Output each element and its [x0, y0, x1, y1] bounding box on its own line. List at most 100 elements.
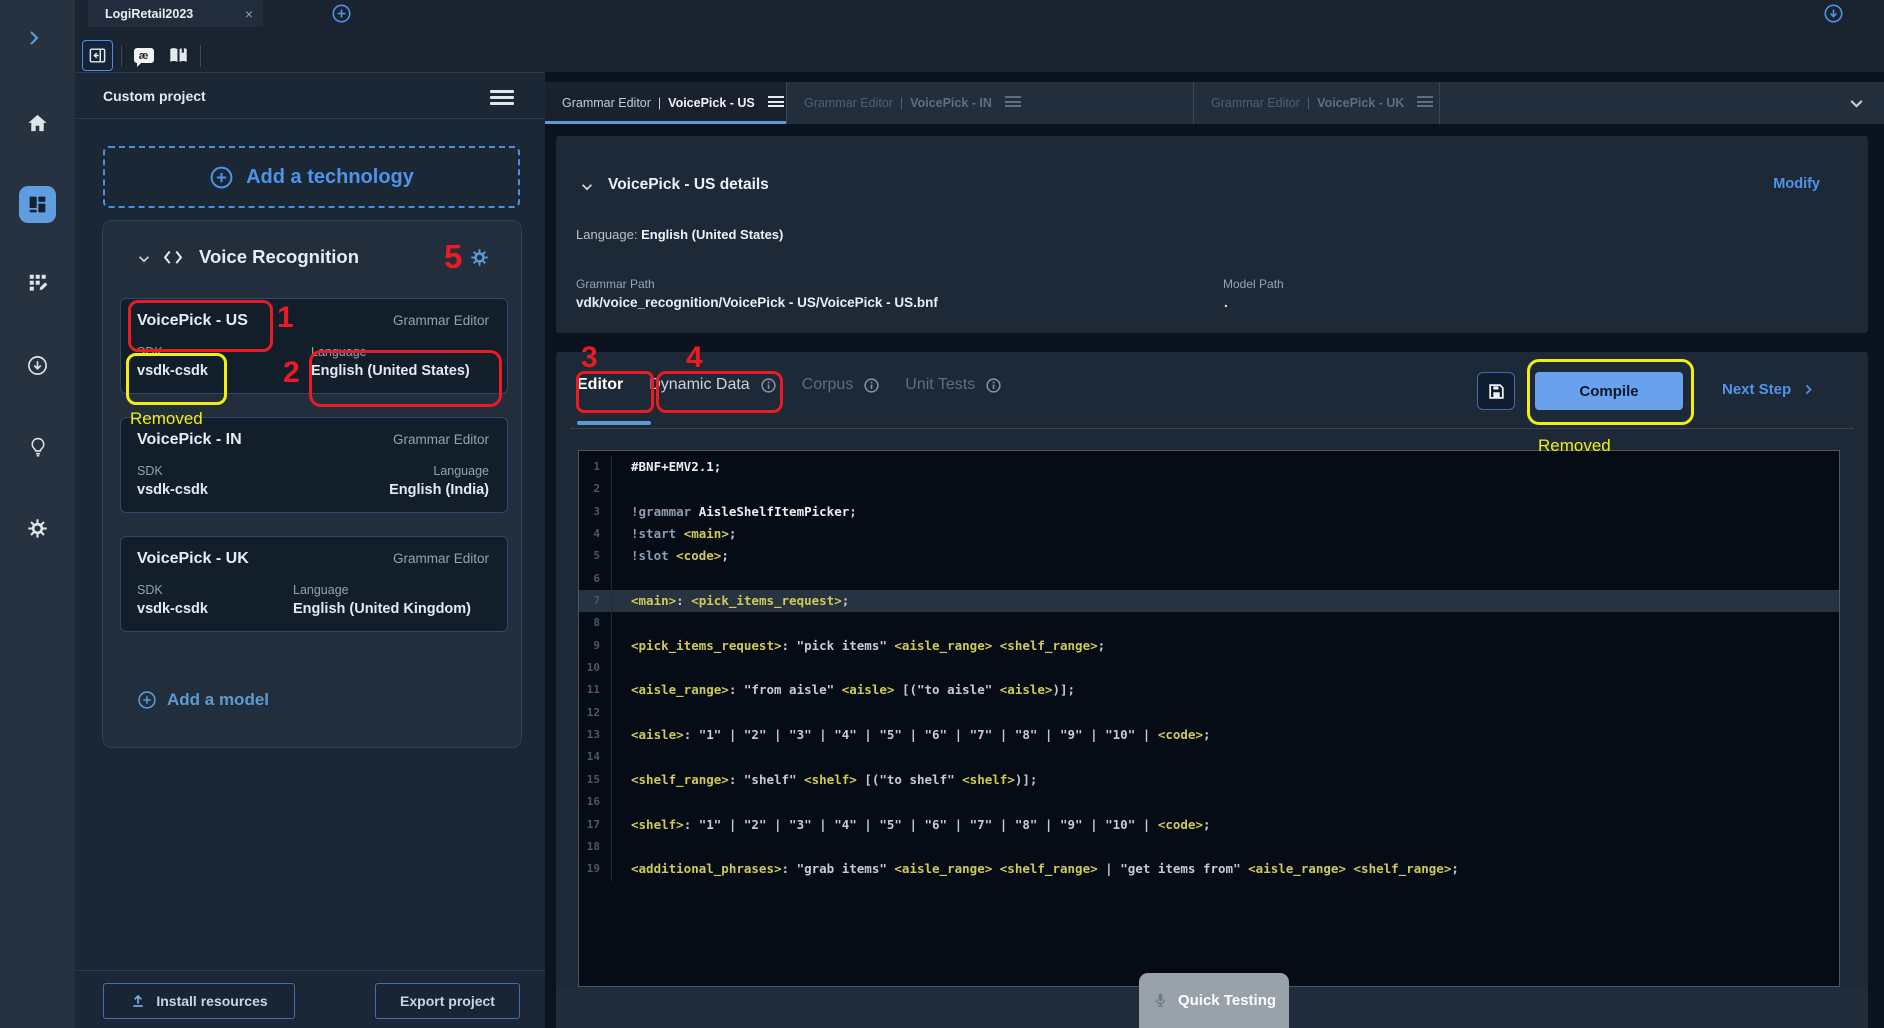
save-icon	[1487, 382, 1506, 401]
sidebar-toggle-icon[interactable]	[82, 40, 113, 71]
code-line[interactable]: 3!grammar AisleShelfItemPicker;	[579, 501, 1839, 523]
home-icon[interactable]	[0, 103, 75, 143]
tab-menu-icon[interactable]	[1005, 96, 1021, 110]
details-title: VoicePick - US details	[608, 176, 769, 194]
code-line[interactable]: 5!slot <code>;	[579, 545, 1839, 567]
model-path-label: Model Path	[1223, 277, 1284, 291]
line-number: 7	[579, 590, 612, 612]
line-number: 1	[579, 456, 612, 478]
settings-icon[interactable]	[0, 508, 75, 548]
chevron-down-icon[interactable]	[1848, 95, 1865, 112]
code-token: <code>	[676, 548, 721, 563]
editor-tab-bar: Grammar Editor|VoicePick - USGrammar Edi…	[545, 82, 1884, 124]
project-tab[interactable]: LogiRetail2023 ×	[88, 0, 263, 27]
collapse-details-icon[interactable]	[580, 180, 594, 194]
downloads-icon[interactable]	[0, 345, 75, 385]
language-label: Language	[311, 345, 489, 359]
collapse-group-icon[interactable]	[137, 252, 151, 266]
code-line[interactable]: 4!start <main>;	[579, 523, 1839, 545]
docs-icon[interactable]	[163, 40, 194, 71]
chevron-right-icon	[1803, 384, 1814, 395]
code-line[interactable]: 15<shelf_range>: "shelf" <shelf> [("to s…	[579, 769, 1839, 791]
info-icon[interactable]	[761, 378, 776, 393]
code-token	[1346, 861, 1354, 876]
code-token: <aisle_range>	[631, 682, 729, 697]
subtab-corpus[interactable]: Corpus	[802, 374, 880, 396]
model-card[interactable]: VoicePick - USGrammar EditorSDKvsdk-csdk…	[120, 298, 508, 394]
download-icon[interactable]	[1823, 3, 1844, 24]
tab-menu-icon[interactable]	[768, 96, 784, 110]
code-line[interactable]: 7<main>: <pick_items_request>;	[579, 590, 1839, 612]
code-text	[612, 657, 631, 679]
subtab-unit-tests[interactable]: Unit Tests	[905, 374, 1001, 396]
code-line[interactable]: 1#BNF+EMV2.1;	[579, 456, 1839, 478]
model-card-header: VoicePick - INGrammar Editor	[137, 431, 489, 449]
code-line[interactable]: 18	[579, 836, 1839, 858]
gear-icon[interactable]	[470, 248, 489, 267]
templates-icon[interactable]	[0, 263, 75, 303]
add-model-button[interactable]: Add a model	[137, 690, 269, 710]
install-resources-button[interactable]: Install resources	[103, 983, 295, 1019]
ideas-icon[interactable]	[0, 427, 75, 467]
model-language: LanguageEnglish (United Kingdom)	[293, 583, 489, 617]
tab-menu-icon[interactable]	[1417, 96, 1433, 110]
subtab-editor[interactable]: Editor	[577, 374, 623, 396]
code-token: : "1" | "2" | "3" | "4" | "5" | "6" | "7…	[684, 727, 1158, 742]
model-list: VoicePick - USGrammar EditorSDKvsdk-csdk…	[120, 298, 508, 655]
model-sdk: SDKvsdk-csdk	[137, 464, 208, 498]
code-line[interactable]: 8	[579, 612, 1839, 634]
project-tab-title: LogiRetail2023	[105, 7, 237, 21]
expand-rail-icon[interactable]	[26, 30, 42, 46]
pronunciation-icon[interactable]: æ	[128, 40, 159, 71]
code-token: <pick_items_request>	[631, 638, 782, 653]
tab-prefix: Grammar Editor	[562, 96, 651, 110]
tab-grammar-editor[interactable]: Grammar Editor|VoicePick - US	[545, 82, 787, 124]
model-card-meta: SDKvsdk-csdkLanguageEnglish (United King…	[137, 583, 489, 617]
quick-testing-button[interactable]: Quick Testing	[1139, 973, 1289, 1028]
code-line[interactable]: 6	[579, 568, 1839, 590]
save-button[interactable]	[1477, 372, 1515, 410]
next-step-button[interactable]: Next Step	[1722, 381, 1814, 398]
code-line[interactable]: 12	[579, 702, 1839, 724]
code-line[interactable]: 11<aisle_range>: "from aisle" <aisle> [(…	[579, 679, 1839, 701]
subtab-dynamic-data[interactable]: Dynamic Data	[649, 374, 775, 396]
code-line[interactable]: 19<additional_phrases>: "grab items" <ai…	[579, 858, 1839, 880]
info-icon[interactable]	[986, 378, 1001, 393]
add-technology-label: Add a technology	[246, 166, 414, 189]
code-line[interactable]: 2	[579, 478, 1839, 500]
install-resources-label: Install resources	[156, 993, 267, 1009]
tab-grammar-editor[interactable]: Grammar Editor|VoicePick - IN	[787, 82, 1194, 124]
toolbar-divider	[200, 45, 201, 67]
line-number: 16	[579, 791, 612, 813]
modify-link[interactable]: Modify	[1773, 176, 1820, 192]
add-tab-icon[interactable]	[331, 3, 352, 24]
close-icon[interactable]: ×	[245, 6, 253, 22]
info-icon[interactable]	[864, 378, 879, 393]
code-line[interactable]: 17<shelf>: "1" | "2" | "3" | "4" | "5" |…	[579, 814, 1839, 836]
language-value: English (United States)	[311, 363, 489, 379]
projects-icon-active[interactable]	[0, 184, 75, 224]
code-line[interactable]: 14	[579, 746, 1839, 768]
export-project-button[interactable]: Export project	[375, 983, 520, 1019]
add-technology-button[interactable]: Add a technology	[103, 146, 520, 208]
code-token: ;	[721, 548, 729, 563]
menu-icon[interactable]	[490, 90, 514, 108]
model-card[interactable]: VoicePick - UKGrammar EditorSDKvsdk-csdk…	[120, 536, 508, 632]
line-number: 9	[579, 635, 612, 657]
code-line[interactable]: 16	[579, 791, 1839, 813]
code-token: ;	[1451, 861, 1459, 876]
group-title: Voice Recognition	[199, 246, 359, 268]
grammar-code-editor[interactable]: 1#BNF+EMV2.1;23!grammar AisleShelfItemPi…	[578, 450, 1840, 987]
model-editor-type: Grammar Editor	[393, 432, 489, 447]
model-card[interactable]: VoicePick - INGrammar Editor SDKvsdk-csdk…	[120, 417, 508, 513]
code-token: )];	[1052, 682, 1075, 697]
compile-button[interactable]: Compile	[1535, 372, 1683, 410]
tab-grammar-editor[interactable]: Grammar Editor|VoicePick - UK	[1194, 82, 1440, 124]
code-line[interactable]: 13<aisle>: "1" | "2" | "3" | "4" | "5" |…	[579, 724, 1839, 746]
language-label: Language	[293, 583, 489, 597]
code-line[interactable]: 9<pick_items_request>: "pick items" <ais…	[579, 635, 1839, 657]
code-token: ;	[1203, 727, 1211, 742]
line-number: 19	[579, 858, 612, 880]
code-line[interactable]: 10	[579, 657, 1839, 679]
code-token: : "shelf"	[729, 772, 804, 787]
